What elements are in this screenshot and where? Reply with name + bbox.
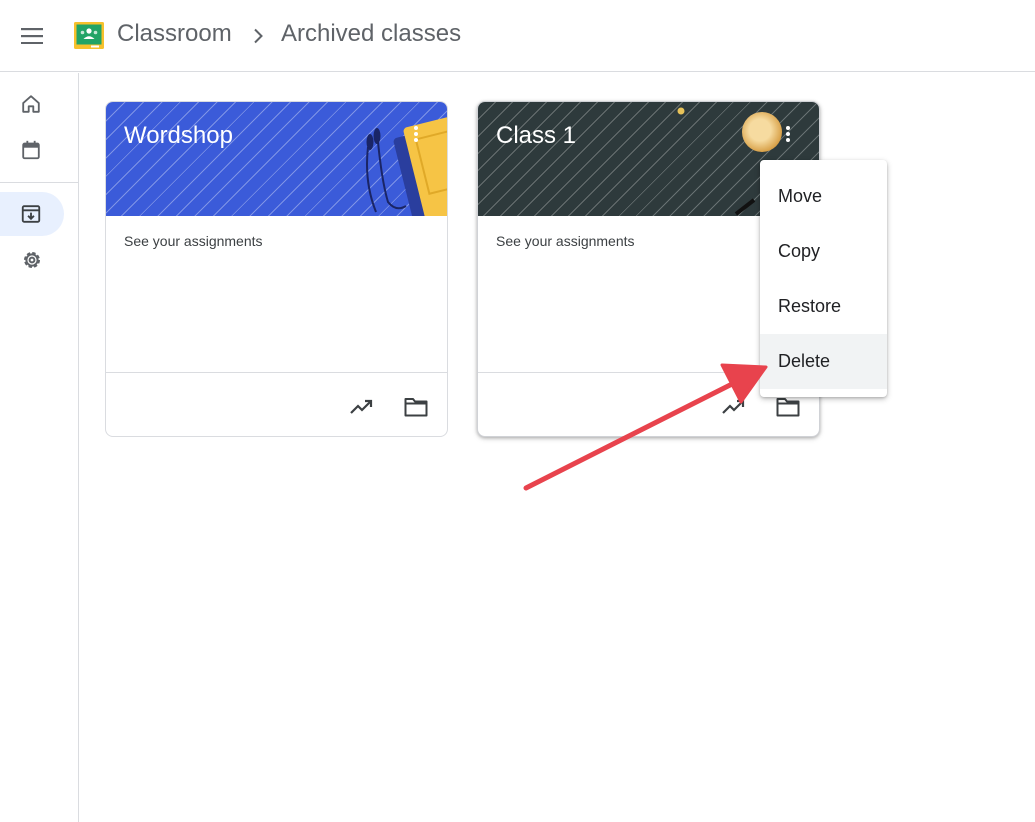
open-gradebook-button[interactable] <box>719 392 749 422</box>
class-banner[interactable]: Wordshop <box>106 102 447 216</box>
open-drive-folder-button[interactable] <box>401 392 431 422</box>
more-vert-icon <box>414 126 418 142</box>
sidebar-item-calendar[interactable] <box>0 128 64 172</box>
class-title[interactable]: Class 1 <box>496 122 576 150</box>
menu-item-delete[interactable]: Delete <box>760 334 887 389</box>
class-options-button[interactable] <box>778 120 798 148</box>
class-options-menu: Move Copy Restore Delete <box>760 160 887 397</box>
menu-item-restore[interactable]: Restore <box>760 279 887 334</box>
archive-icon <box>21 205 41 223</box>
gear-icon <box>24 252 40 268</box>
banner-illustration <box>366 115 447 216</box>
sidebar-item-archived-classes[interactable] <box>0 192 64 236</box>
calendar-icon <box>22 140 40 160</box>
trending-up-icon <box>722 399 745 414</box>
main-menu-button[interactable] <box>14 18 50 54</box>
sidebar-divider <box>0 182 78 183</box>
chevron-right-icon <box>248 22 268 50</box>
see-assignments-link[interactable]: See your assignments <box>124 233 263 249</box>
avatar[interactable] <box>742 112 782 152</box>
card-divider <box>106 372 447 373</box>
menu-item-move[interactable]: Move <box>760 169 887 224</box>
home-icon <box>22 95 40 113</box>
sidebar-item-settings[interactable] <box>0 238 64 282</box>
trending-up-icon <box>350 399 373 414</box>
menu-item-label: Move <box>778 186 823 206</box>
hamburger-menu-icon <box>21 28 43 44</box>
app-name[interactable]: Classroom <box>117 20 232 48</box>
menu-item-label: Delete <box>778 351 831 371</box>
menu-item-label: Copy <box>778 241 821 261</box>
menu-item-copy[interactable]: Copy <box>760 224 887 279</box>
see-assignments-link[interactable]: See your assignments <box>496 233 635 249</box>
sidebar-item-home[interactable] <box>0 82 64 126</box>
class-title[interactable]: Wordshop <box>124 122 233 150</box>
class-card: Wordshop See your assignments <box>105 101 448 437</box>
class-options-button[interactable] <box>406 120 426 148</box>
folder-icon <box>776 398 800 417</box>
navigation-drawer <box>0 73 79 822</box>
more-vert-icon <box>786 126 790 142</box>
folder-icon <box>404 398 428 417</box>
open-gradebook-button[interactable] <box>347 392 377 422</box>
breadcrumb-current-page: Archived classes <box>281 20 462 47</box>
top-app-bar: Classroom Archived classes <box>0 0 1035 72</box>
menu-item-label: Restore <box>778 296 842 316</box>
classroom-logo[interactable] <box>74 22 104 49</box>
